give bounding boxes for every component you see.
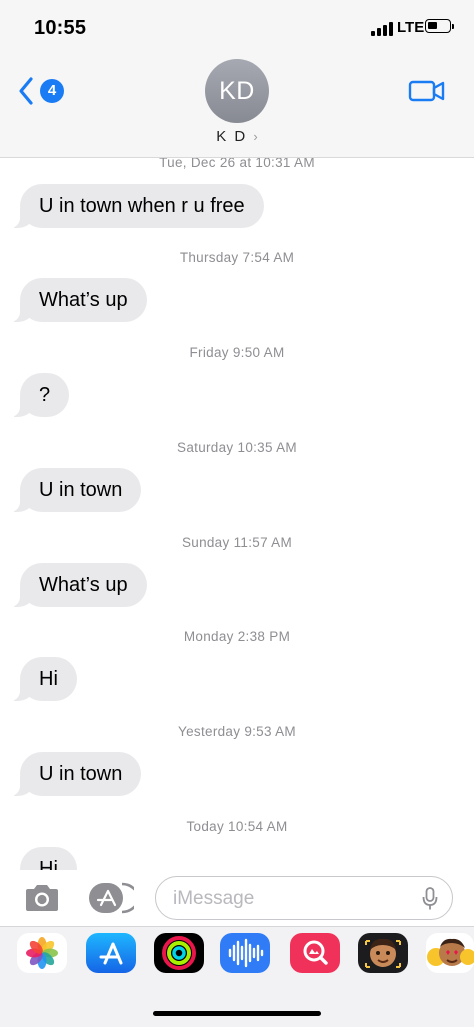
photos-icon[interactable]	[17, 933, 67, 973]
contact-avatar[interactable]: KD	[205, 59, 269, 123]
received-message-bubble[interactable]: What’s up	[10, 278, 147, 322]
audio-message-icon[interactable]	[220, 933, 270, 973]
message-timestamp: Friday 9:50 AM	[189, 345, 285, 360]
chevron-left-icon	[19, 77, 33, 105]
message-input-placeholder: iMessage	[173, 888, 255, 909]
contact-name-button[interactable]: K D ›	[0, 128, 474, 145]
network-type-label: LTE	[397, 19, 425, 36]
message-list[interactable]: Tue, Dec 26 at 10:31 AM U in town when r…	[0, 158, 474, 870]
app-store-icon[interactable]	[86, 933, 136, 973]
received-message-bubble[interactable]: ?	[9, 373, 70, 417]
conversation-header: 4 KD K D ›	[0, 56, 474, 158]
home-indicator[interactable]	[153, 1011, 321, 1016]
memoji-icon[interactable]	[358, 933, 408, 973]
message-timestamp: Sunday 11:57 AM	[181, 535, 293, 550]
received-message-bubble[interactable]: U in town when r u free	[10, 184, 264, 228]
activity-icon[interactable]	[154, 933, 204, 973]
back-button[interactable]: 4	[18, 76, 68, 106]
contact-name: K D	[216, 128, 248, 145]
message-timestamp: Thursday 7:54 AM	[179, 250, 295, 265]
app-store-icon[interactable]	[88, 882, 134, 914]
message-timestamp: Monday 2:38 PM	[183, 629, 291, 644]
chevron-right-icon: ›	[253, 129, 258, 144]
received-message-bubble[interactable]: Hi	[20, 847, 77, 870]
message-timestamp: Today 10:54 AM	[186, 819, 288, 834]
input-bar: iMessage	[0, 870, 474, 926]
app-drawer	[0, 926, 474, 1027]
received-message-bubble[interactable]: U in town	[9, 752, 142, 796]
received-message-bubble[interactable]: What’s up	[10, 563, 147, 607]
message-timestamp: Tue, Dec 26 at 10:31 AM	[159, 158, 315, 170]
unread-count-badge: 4	[40, 79, 64, 103]
received-message-bubble[interactable]: U in town	[9, 468, 142, 512]
video-camera-icon[interactable]	[408, 78, 446, 104]
message-input[interactable]: iMessage	[155, 876, 453, 920]
emoji-stickers-icon[interactable]	[426, 933, 474, 973]
status-bar: 10:55 LTE	[0, 0, 474, 56]
message-timestamp: Yesterday 9:53 AM	[178, 724, 296, 739]
message-timestamp: Saturday 10:35 AM	[177, 440, 297, 455]
camera-icon[interactable]	[22, 882, 62, 914]
battery-icon	[425, 19, 454, 33]
cellular-signal-icon	[371, 22, 393, 36]
status-time: 10:55	[34, 17, 87, 39]
search-images-icon[interactable]	[290, 933, 340, 973]
microphone-icon[interactable]	[422, 887, 438, 911]
received-message-bubble[interactable]: Hi	[10, 657, 77, 701]
